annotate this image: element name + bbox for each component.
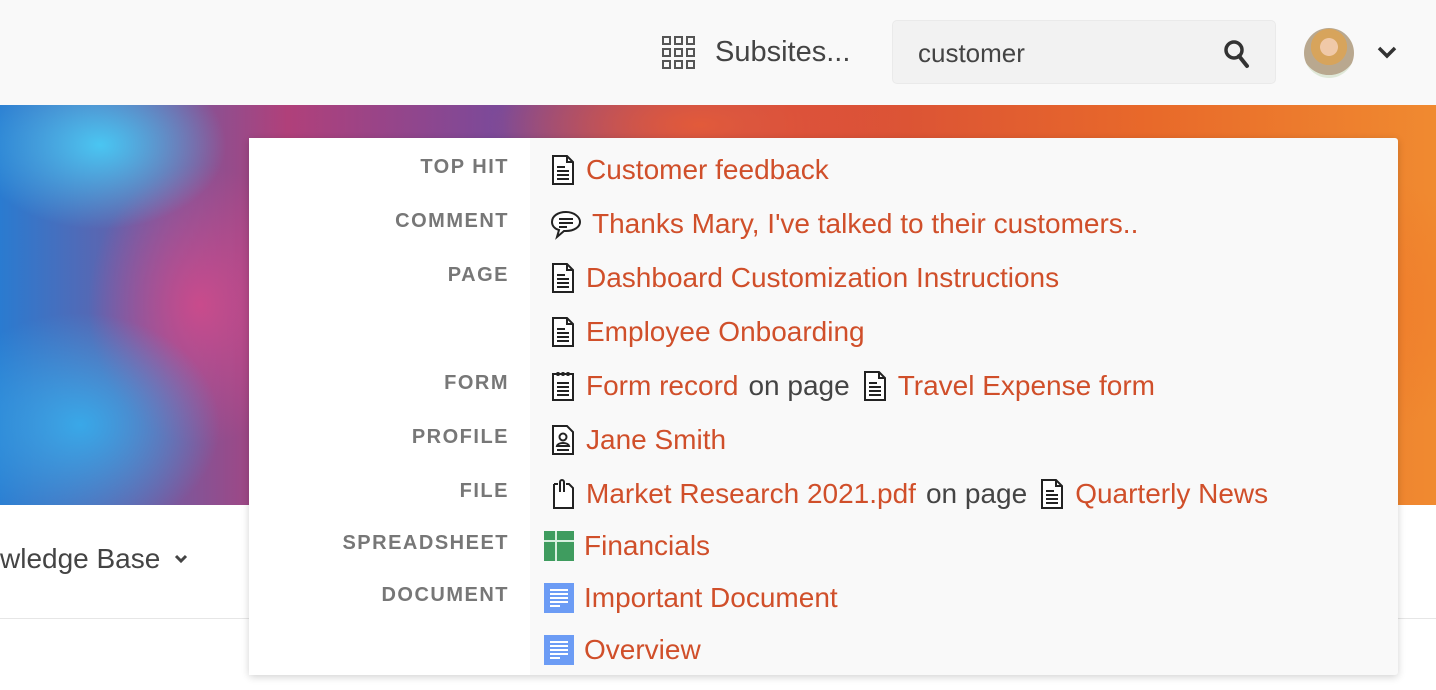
page-icon: [862, 370, 888, 402]
page-icon: [550, 262, 576, 294]
result-row: SPREADSHEET Financials: [249, 519, 1398, 573]
result-category-label: FILE: [459, 480, 509, 502]
apps-grid-icon: [662, 35, 695, 69]
result-row: PROFILE Jane Smith: [249, 413, 1398, 467]
result-link[interactable]: Form record: [586, 370, 738, 402]
result-context-text: on page: [925, 478, 1028, 509]
top-header: Subsites...: [0, 0, 1436, 105]
result-link[interactable]: Overview: [584, 634, 701, 666]
result-link[interactable]: Thanks Mary, I've talked to their custom…: [592, 208, 1138, 240]
subsites-label: Subsites...: [715, 35, 851, 68]
result-items: Customer feedback: [550, 143, 829, 197]
result-category-label: PROFILE: [411, 426, 509, 448]
knowledge-base-label: wledge Base: [0, 543, 161, 574]
result-row: DOCUMENT Important Document: [249, 571, 1398, 625]
result-items: Important Document: [544, 571, 838, 625]
profile-icon: [550, 424, 576, 456]
spreadsheet-icon: [544, 531, 574, 561]
chevron-down-icon: [175, 554, 188, 564]
result-link[interactable]: Customer feedback: [586, 154, 829, 186]
search-results-dropdown: TOP HIT Customer feedback COMMENT Thanks Ma…: [249, 138, 1398, 675]
result-items: Market Research 2021.pdf on page Quarterly…: [550, 467, 1268, 521]
result-link[interactable]: Financials: [584, 530, 710, 562]
search-box: [892, 20, 1276, 84]
result-row: TOP HIT Customer feedback: [249, 143, 1398, 197]
result-link[interactable]: Quarterly News: [1075, 478, 1268, 510]
form-icon: [550, 370, 576, 402]
result-category-label: PAGE: [447, 264, 509, 286]
result-link[interactable]: Important Document: [584, 582, 838, 614]
result-row: FILE Market Research 2021.pdf on page Quart…: [249, 467, 1398, 521]
result-link[interactable]: Travel Expense form: [898, 370, 1155, 402]
document-icon: [544, 635, 574, 665]
page-icon: [1039, 478, 1065, 510]
search-input[interactable]: [918, 35, 1218, 71]
result-row: PAGE Dashboard Customization Instructions: [249, 251, 1398, 305]
page-icon: [550, 316, 576, 348]
result-category-label: FORM: [444, 372, 509, 394]
result-context-text: on page: [748, 370, 850, 401]
knowledge-base-menu[interactable]: wledge Base: [0, 543, 188, 575]
document-icon: [544, 583, 574, 613]
result-items: Form record on page Travel Expense form: [550, 359, 1155, 413]
chevron-down-icon[interactable]: [1376, 44, 1398, 60]
result-items: Overview: [544, 623, 701, 677]
subsites-button[interactable]: Subsites...: [662, 30, 850, 74]
result-category-label: SPREADSHEET: [342, 532, 509, 554]
result-row: FORM Form record on page Travel Expense for…: [249, 359, 1398, 413]
result-link[interactable]: Dashboard Customization Instructions: [586, 262, 1059, 294]
result-items: Financials: [544, 519, 710, 573]
result-category-label: DOCUMENT: [381, 584, 509, 606]
result-link[interactable]: Jane Smith: [586, 424, 726, 456]
result-items: Dashboard Customization Instructions: [550, 251, 1059, 305]
result-category-label: TOP HIT: [420, 156, 509, 178]
result-category-label: COMMENT: [395, 210, 509, 232]
result-row: COMMENT Thanks Mary, I've talked to their…: [249, 197, 1398, 251]
result-link[interactable]: Employee Onboarding: [586, 316, 865, 348]
comment-icon: [550, 208, 582, 240]
file-icon: [550, 478, 576, 510]
result-items: Employee Onboarding: [550, 305, 865, 359]
result-items: Jane Smith: [550, 413, 726, 467]
page-icon: [550, 154, 576, 186]
user-avatar[interactable]: [1304, 28, 1354, 78]
result-row: Employee Onboarding: [249, 305, 1398, 359]
search-icon[interactable]: [1223, 39, 1251, 69]
result-row: Overview: [249, 623, 1398, 677]
result-items: Thanks Mary, I've talked to their custom…: [550, 197, 1138, 251]
result-link[interactable]: Market Research 2021.pdf: [586, 478, 916, 510]
